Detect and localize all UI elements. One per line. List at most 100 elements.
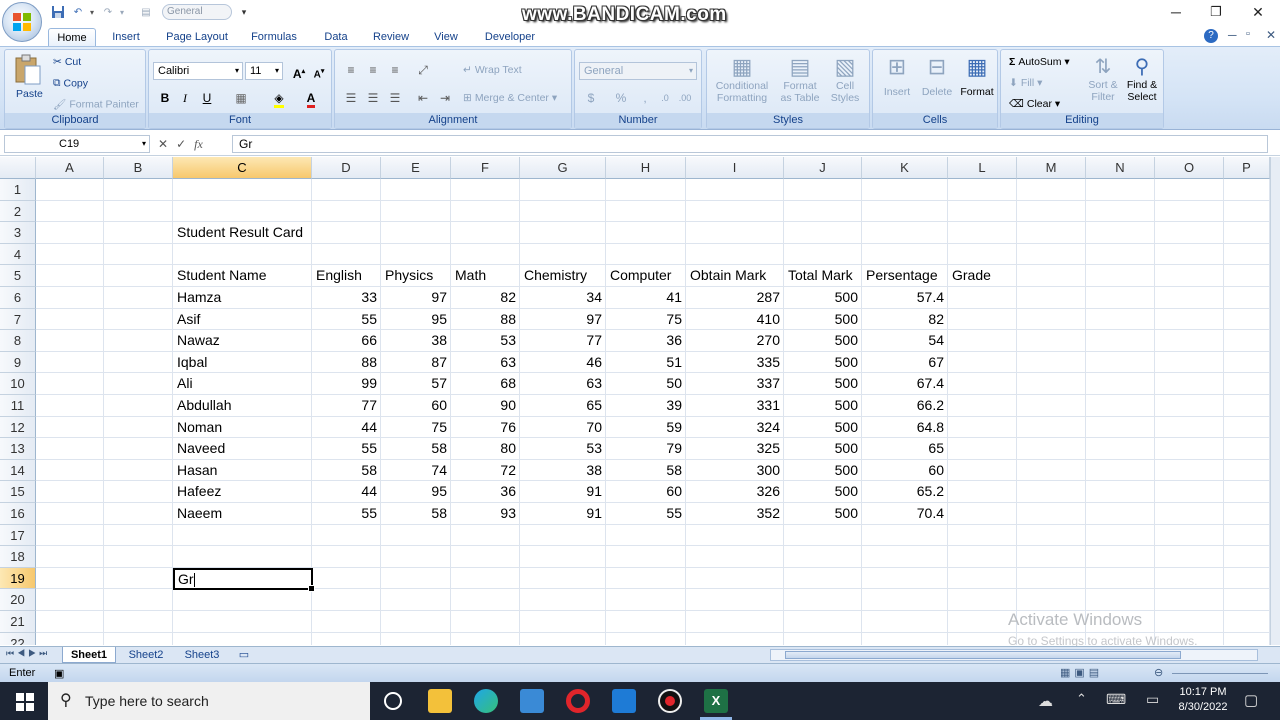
mark-cell[interactable]: 39 <box>606 395 686 417</box>
cell[interactable] <box>1086 567 1155 590</box>
decrease-indent-icon[interactable]: ⇤ <box>413 88 433 106</box>
cell[interactable] <box>36 567 104 590</box>
app-icon[interactable] <box>520 689 544 713</box>
minimize-button[interactable]: ─ <box>1156 2 1196 22</box>
row-header-2[interactable]: 2 <box>0 200 36 223</box>
cell[interactable] <box>104 546 173 568</box>
cell[interactable] <box>1086 330 1155 352</box>
mark-cell[interactable]: 88 <box>451 309 520 331</box>
row-header-4[interactable]: 4 <box>0 243 36 266</box>
cell[interactable] <box>1155 459 1224 482</box>
mark-cell[interactable]: 500 <box>784 417 862 439</box>
taskbar-search-box[interactable]: ⚲ Type here to search <box>48 682 370 720</box>
cell[interactable] <box>784 179 862 201</box>
cell[interactable] <box>312 632 381 645</box>
cell[interactable] <box>1155 589 1224 611</box>
cell[interactable] <box>686 243 784 266</box>
mark-cell[interactable]: 65 <box>862 438 948 460</box>
cell[interactable] <box>173 546 312 568</box>
cell[interactable] <box>173 632 312 645</box>
zoom-slider[interactable] <box>1172 673 1268 674</box>
mark-cell[interactable]: 93 <box>451 503 520 525</box>
row-header-12[interactable]: 12 <box>0 416 36 439</box>
mark-cell[interactable]: 58 <box>381 438 451 460</box>
cell[interactable] <box>1086 265 1155 287</box>
cell[interactable] <box>381 567 451 590</box>
cell[interactable] <box>1017 567 1086 590</box>
cell[interactable] <box>948 481 1017 503</box>
mark-cell[interactable]: 500 <box>784 352 862 374</box>
cell[interactable] <box>948 222 1017 244</box>
cell[interactable] <box>1155 611 1224 633</box>
ribbon-restore-icon[interactable]: ▫ <box>1246 28 1250 40</box>
mark-cell[interactable]: 77 <box>520 330 606 352</box>
student-name-cell[interactable]: Ali <box>173 373 312 395</box>
cell[interactable] <box>784 200 862 223</box>
cell[interactable] <box>36 524 104 547</box>
cell[interactable] <box>104 589 173 611</box>
quick-print-icon[interactable]: ▤ <box>138 4 154 20</box>
row-header-22[interactable]: 22 <box>0 632 36 645</box>
mark-cell[interactable]: 500 <box>784 438 862 460</box>
cell[interactable] <box>312 524 381 547</box>
cell[interactable] <box>36 611 104 633</box>
column-header-o[interactable]: O <box>1155 157 1224 179</box>
cell[interactable] <box>862 632 948 645</box>
cell[interactable] <box>36 308 104 331</box>
column-header-f[interactable]: F <box>451 157 520 179</box>
mark-cell[interactable]: 68 <box>451 373 520 395</box>
cell[interactable] <box>1224 179 1270 201</box>
cell[interactable] <box>312 589 381 611</box>
cell[interactable] <box>1086 416 1155 439</box>
cell[interactable] <box>1224 200 1270 223</box>
mark-cell[interactable]: 59 <box>606 417 686 439</box>
cell[interactable] <box>784 546 862 568</box>
row-header-7[interactable]: 7 <box>0 308 36 331</box>
cell[interactable] <box>606 611 686 633</box>
cell[interactable] <box>1155 351 1224 374</box>
mark-cell[interactable]: 324 <box>686 417 784 439</box>
cell[interactable] <box>520 546 606 568</box>
mark-cell[interactable]: 36 <box>451 481 520 503</box>
cell[interactable] <box>1086 546 1155 568</box>
cell[interactable] <box>862 611 948 633</box>
mark-cell[interactable]: 91 <box>520 503 606 525</box>
cell[interactable] <box>1224 287 1270 309</box>
cell[interactable] <box>948 589 1017 611</box>
cell[interactable] <box>1155 308 1224 331</box>
cell[interactable] <box>1224 503 1270 525</box>
cell[interactable] <box>1155 503 1224 525</box>
cell[interactable] <box>312 179 381 201</box>
mark-cell[interactable]: 34 <box>520 287 606 309</box>
cell[interactable] <box>1224 546 1270 568</box>
cell[interactable] <box>686 200 784 223</box>
task-view-icon[interactable] <box>384 692 402 710</box>
cell[interactable] <box>173 200 312 223</box>
cell[interactable] <box>1224 589 1270 611</box>
cell[interactable] <box>1155 287 1224 309</box>
cell[interactable] <box>948 200 1017 223</box>
row-header-3[interactable]: 3 <box>0 222 36 244</box>
cell[interactable] <box>104 243 173 266</box>
column-header-c[interactable]: C <box>173 157 312 179</box>
cell[interactable] <box>1224 459 1270 482</box>
cell[interactable] <box>1086 179 1155 201</box>
mark-cell[interactable]: 326 <box>686 481 784 503</box>
help-icon[interactable]: ? <box>1204 29 1218 43</box>
cell[interactable] <box>381 546 451 568</box>
cell[interactable] <box>1155 567 1224 590</box>
cell[interactable] <box>686 222 784 244</box>
mark-cell[interactable]: 410 <box>686 309 784 331</box>
cell[interactable] <box>1224 330 1270 352</box>
cell[interactable] <box>104 611 173 633</box>
cell[interactable] <box>451 567 520 590</box>
close-button[interactable]: ✕ <box>1238 2 1278 22</box>
student-name-cell[interactable]: Naeem <box>173 503 312 525</box>
mark-cell[interactable]: 55 <box>606 503 686 525</box>
cell[interactable] <box>381 179 451 201</box>
cell[interactable] <box>1086 589 1155 611</box>
table-header-cell[interactable]: Computer <box>606 265 686 287</box>
number-format-dropdown[interactable]: General ▾ <box>579 62 697 80</box>
mark-cell[interactable]: 44 <box>312 417 381 439</box>
cell[interactable] <box>520 567 606 590</box>
